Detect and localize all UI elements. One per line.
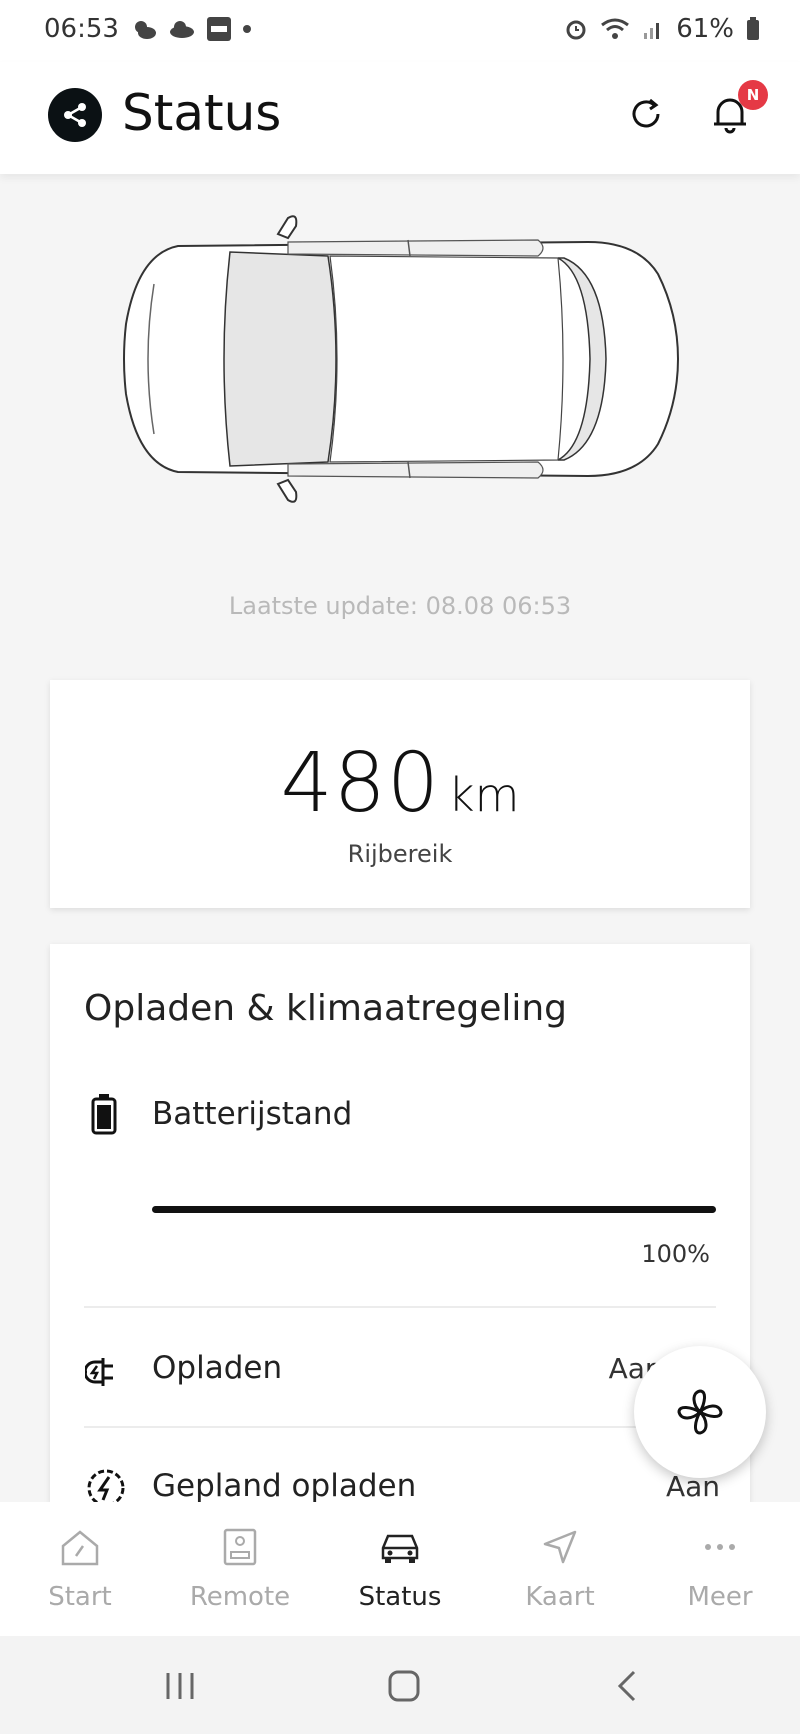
share-icon xyxy=(64,103,86,127)
fan-icon xyxy=(677,1389,723,1435)
weather-icon xyxy=(135,21,156,39)
home-square-icon xyxy=(388,1670,420,1702)
share-button[interactable] xyxy=(48,88,102,142)
scheduled-charge-label: Gepland opladen xyxy=(152,1468,417,1504)
refresh-button[interactable] xyxy=(622,90,670,138)
back-button[interactable] xyxy=(606,1664,650,1708)
notification-badge: N xyxy=(738,80,768,110)
nav-item-kaart[interactable]: Kaart xyxy=(480,1502,640,1636)
last-update-text: Laatste update: 08.08 06:53 xyxy=(228,592,572,620)
charging-plug-icon xyxy=(84,1352,132,1392)
nav-label: Start xyxy=(48,1582,112,1612)
nav-item-meer[interactable]: Meer xyxy=(640,1502,800,1636)
more-icon xyxy=(697,1524,743,1570)
recent-apps-icon xyxy=(166,1673,194,1699)
kia-app-icon xyxy=(207,17,231,41)
home-button[interactable] xyxy=(382,1664,426,1708)
system-navigation-bar xyxy=(0,1636,800,1734)
nav-item-remote[interactable]: Remote xyxy=(160,1502,320,1636)
battery-icon xyxy=(747,17,759,40)
signal-icon xyxy=(644,23,660,39)
dot-icon xyxy=(243,25,251,33)
battery-level-label: Batterijstand xyxy=(152,1096,353,1132)
home-icon xyxy=(57,1524,103,1570)
recent-apps-button[interactable] xyxy=(158,1664,202,1708)
navigation-icon xyxy=(537,1524,583,1570)
nav-item-start[interactable]: Start xyxy=(0,1502,160,1636)
nav-item-status[interactable]: Status xyxy=(320,1502,480,1636)
car-icon xyxy=(377,1524,423,1570)
nav-label: Kaart xyxy=(525,1582,595,1612)
battery-level-icon xyxy=(86,1094,122,1135)
wifi-icon xyxy=(601,18,630,39)
page-title: Status xyxy=(122,84,282,142)
cloud-icon xyxy=(170,21,194,38)
back-arrow-icon xyxy=(617,1670,636,1702)
battery-percent-value: 100% xyxy=(641,1240,710,1268)
nav-label: Status xyxy=(358,1582,442,1612)
charging-label: Opladen xyxy=(152,1350,283,1386)
range-label: Rijbereik xyxy=(347,840,453,868)
climate-fan-button[interactable] xyxy=(634,1346,766,1478)
remote-icon xyxy=(217,1524,263,1570)
bottom-navigation: Start Remote Status Kaart Meer xyxy=(0,1502,800,1636)
battery-percent: 61% xyxy=(676,14,734,44)
section-title: Opladen & klimaatregeling xyxy=(84,988,568,1029)
clock: 06:53 xyxy=(44,14,119,44)
notifications-button[interactable]: N xyxy=(706,80,768,142)
range-value: 480 xyxy=(280,736,441,831)
nav-label: Remote xyxy=(189,1582,291,1612)
alarm-icon xyxy=(566,20,586,40)
notification-icons xyxy=(132,16,252,42)
nav-label: Meer xyxy=(687,1582,753,1612)
range-unit: km xyxy=(448,768,520,822)
car-topview-image xyxy=(123,215,680,503)
refresh-icon xyxy=(632,98,660,128)
range-card: 480 km Rijbereik xyxy=(50,680,750,908)
app-header: Status N xyxy=(0,62,800,174)
divider xyxy=(84,1426,716,1428)
battery-progress-bar xyxy=(152,1206,716,1213)
divider xyxy=(84,1306,716,1308)
battery-progress-fill xyxy=(152,1206,716,1213)
system-status-bar: 06:53 61% xyxy=(0,0,800,62)
